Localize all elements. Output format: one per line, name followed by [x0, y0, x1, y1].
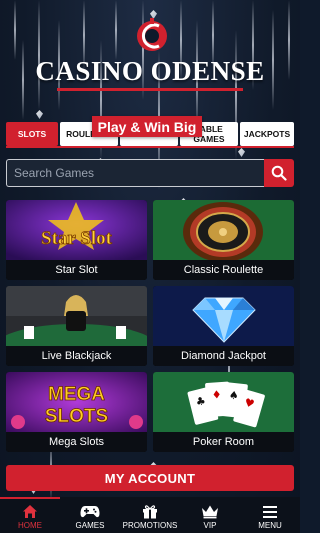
poker-cards-artwork: ♣ ♦ ♠ ♥ — [153, 372, 294, 432]
nav-label: PROMOTIONS — [122, 521, 178, 530]
nav-label: VIP — [203, 521, 217, 530]
bottom-navigation: HOME GAMES PROMOTIONS VIP MENU — [0, 497, 300, 533]
game-card-poker-room[interactable]: ♣ ♦ ♠ ♥ Poker Room — [153, 372, 294, 452]
game-card-live-blackjack[interactable]: Live Blackjack — [6, 286, 147, 366]
nav-item-home[interactable]: HOME — [0, 497, 60, 533]
search-input[interactable] — [6, 159, 264, 187]
game-card-diamond-jackpot[interactable]: Diamond Jackpot — [153, 286, 294, 366]
mega-slots-artwork: MEGA SLOTS — [6, 372, 147, 432]
nav-item-vip[interactable]: VIP — [180, 497, 240, 533]
chip-logo-icon — [137, 18, 167, 51]
app-screen: CASINO ODENSE Play & Win Big SLOTS ROULE… — [0, 0, 300, 533]
game-card-label: Star Slot — [6, 260, 147, 280]
games-grid: Star Slot Star Slot Classic Roulette Liv… — [6, 200, 294, 452]
crown-icon — [202, 505, 218, 519]
nav-item-menu[interactable]: MENU — [240, 497, 300, 533]
search-icon — [271, 165, 287, 181]
gift-icon — [143, 505, 157, 519]
star-slot-art-text: Star Slot — [41, 228, 113, 249]
live-blackjack-artwork — [6, 286, 147, 346]
game-card-label: Diamond Jackpot — [153, 346, 294, 366]
svg-text:♦: ♦ — [211, 388, 222, 402]
svg-text:♠: ♠ — [228, 389, 239, 403]
mega-slots-art-text-bottom: SLOTS — [45, 406, 108, 427]
search-button[interactable] — [264, 159, 294, 187]
nav-label: GAMES — [75, 521, 105, 530]
game-card-label: Classic Roulette — [153, 260, 294, 280]
tab-slots[interactable]: SLOTS — [6, 122, 58, 146]
brand-logo[interactable]: CASINO ODENSE — [0, 14, 300, 91]
roulette-wheel-artwork — [153, 200, 294, 260]
tab-jackpots[interactable]: JACKPOTS — [240, 122, 294, 146]
home-icon — [23, 505, 37, 518]
nav-label: HOME — [18, 521, 42, 530]
diamond-jackpot-artwork — [153, 286, 294, 346]
hamburger-menu-icon — [263, 506, 277, 518]
tab-banner: Play & Win Big — [92, 116, 202, 137]
game-card-mega-slots[interactable]: MEGA SLOTS Mega Slots — [6, 372, 147, 452]
nav-item-games[interactable]: GAMES — [60, 497, 120, 533]
my-account-button[interactable]: MY ACCOUNT — [6, 465, 294, 491]
tab-underline — [6, 146, 294, 148]
brand-name: CASINO ODENSE — [35, 56, 265, 86]
gamepad-icon — [80, 506, 100, 518]
logo-underline — [57, 88, 243, 91]
mega-slots-art-text-top: MEGA — [48, 384, 105, 405]
game-card-classic-roulette[interactable]: Classic Roulette — [153, 200, 294, 280]
game-card-label: Live Blackjack — [6, 346, 147, 366]
nav-item-promotions[interactable]: PROMOTIONS — [120, 497, 180, 533]
star-slot-artwork: Star Slot — [6, 200, 147, 260]
game-card-label: Poker Room — [153, 432, 294, 452]
search-bar — [6, 159, 294, 187]
game-card-star-slot[interactable]: Star Slot Star Slot — [6, 200, 147, 280]
nav-label: MENU — [258, 521, 282, 530]
game-card-label: Mega Slots — [6, 432, 147, 452]
